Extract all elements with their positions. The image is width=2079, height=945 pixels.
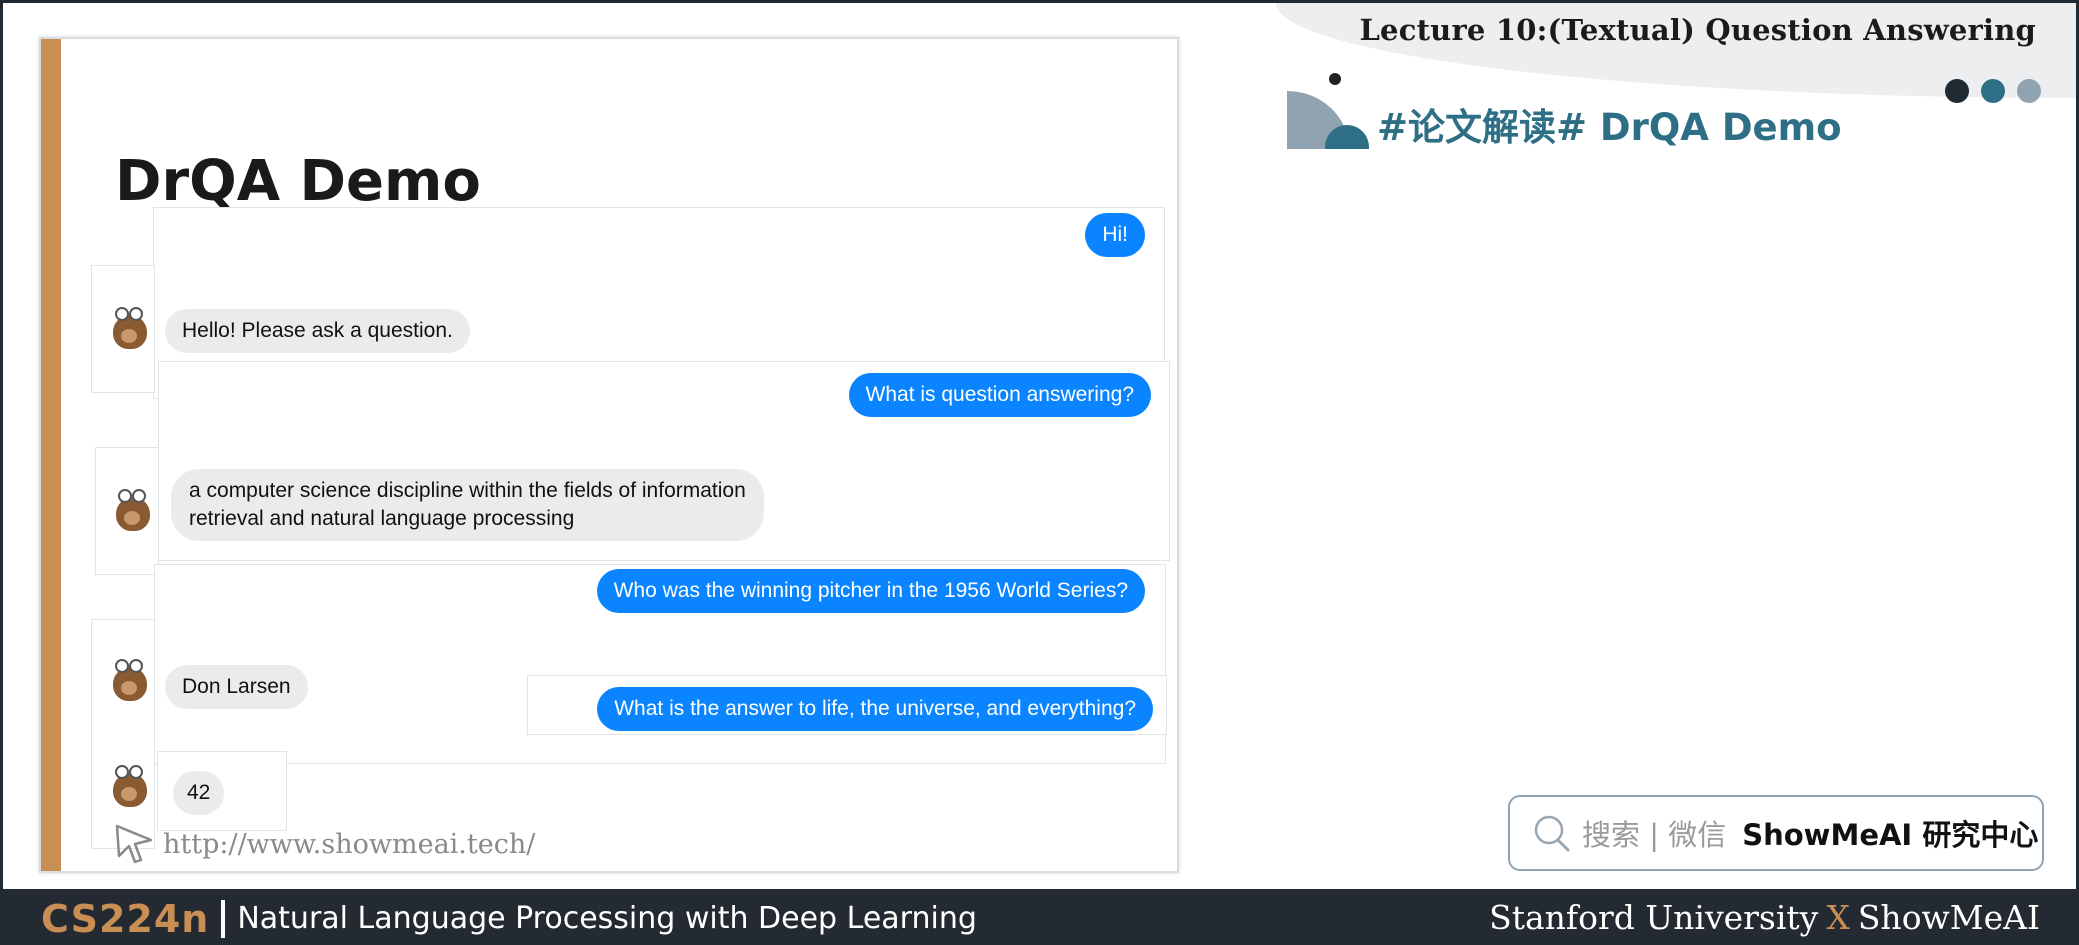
- search-label: 搜索 | 微信: [1582, 818, 1727, 852]
- chat-bubble-user: Who was the winning pitcher in the 1956 …: [596, 569, 1145, 613]
- search-box[interactable]: 搜索 | 微信 ShowMeAI 研究中心: [1508, 795, 2044, 871]
- bot-avatar-icon: [110, 485, 154, 533]
- footer-right-org: ShowMeAI: [1857, 898, 2040, 937]
- search-icon: [1534, 815, 1570, 852]
- showmeai-link[interactable]: http://www.showmeai.tech/: [163, 829, 535, 860]
- footer-orgs: Stanford University X ShowMeAI: [1489, 898, 2040, 937]
- avatar-frame-3: [91, 619, 155, 849]
- chat-bubble-line: retrieval and natural language processin…: [189, 507, 575, 530]
- chat-bubble-bot: a computer science discipline within the…: [171, 469, 764, 541]
- dot-3: [2017, 79, 2041, 103]
- chat-bubble-user: Hi!: [1085, 213, 1145, 257]
- slide-accent-bar: [41, 39, 61, 871]
- slide-card: DrQA Demo Hi! Hello! Please ask a questi…: [39, 37, 1179, 873]
- url-row: http://www.showmeai.tech/: [111, 822, 535, 866]
- chat-bubble-bot: Don Larsen: [165, 665, 308, 709]
- bot-avatar-icon: [107, 303, 151, 351]
- cursor-pointer-icon: [115, 824, 153, 864]
- chat-bubble-bot: 42: [173, 771, 225, 815]
- bot-avatar-icon: [107, 761, 151, 809]
- search-brand: ShowMeAI 研究中心: [1742, 818, 2039, 852]
- dot-2: [1981, 79, 2005, 103]
- section-decoration: [1287, 71, 1369, 149]
- footer-divider: [221, 899, 226, 938]
- decor-pin: [1329, 73, 1341, 85]
- footer-bar: CS224n Natural Language Processing with …: [3, 889, 2079, 945]
- course-code: CS224n: [41, 896, 210, 941]
- footer-left-org: Stanford University: [1489, 898, 1819, 937]
- bot-avatar-icon: [107, 655, 151, 703]
- decor-dots: [1945, 79, 2041, 103]
- chat-bubble-line: a computer science discipline within the…: [189, 479, 746, 502]
- chat-bubble-user: What is question answering?: [848, 373, 1151, 417]
- lecture-title: Lecture 10:(Textual) Question Answering: [1359, 13, 2036, 47]
- footer-x: X: [1826, 898, 1850, 937]
- chat-bubble-user: What is the answer to life, the universe…: [597, 687, 1153, 731]
- slide-title: DrQA Demo: [115, 149, 481, 214]
- dot-1: [1945, 79, 1969, 103]
- page-frame: Lecture 10:(Textual) Question Answering …: [0, 0, 2079, 945]
- course-name: Natural Language Processing with Deep Le…: [237, 901, 977, 936]
- section-title: #论文解读# DrQA Demo: [1377, 106, 1842, 149]
- chat-bubble-bot: Hello! Please ask a question.: [165, 309, 470, 353]
